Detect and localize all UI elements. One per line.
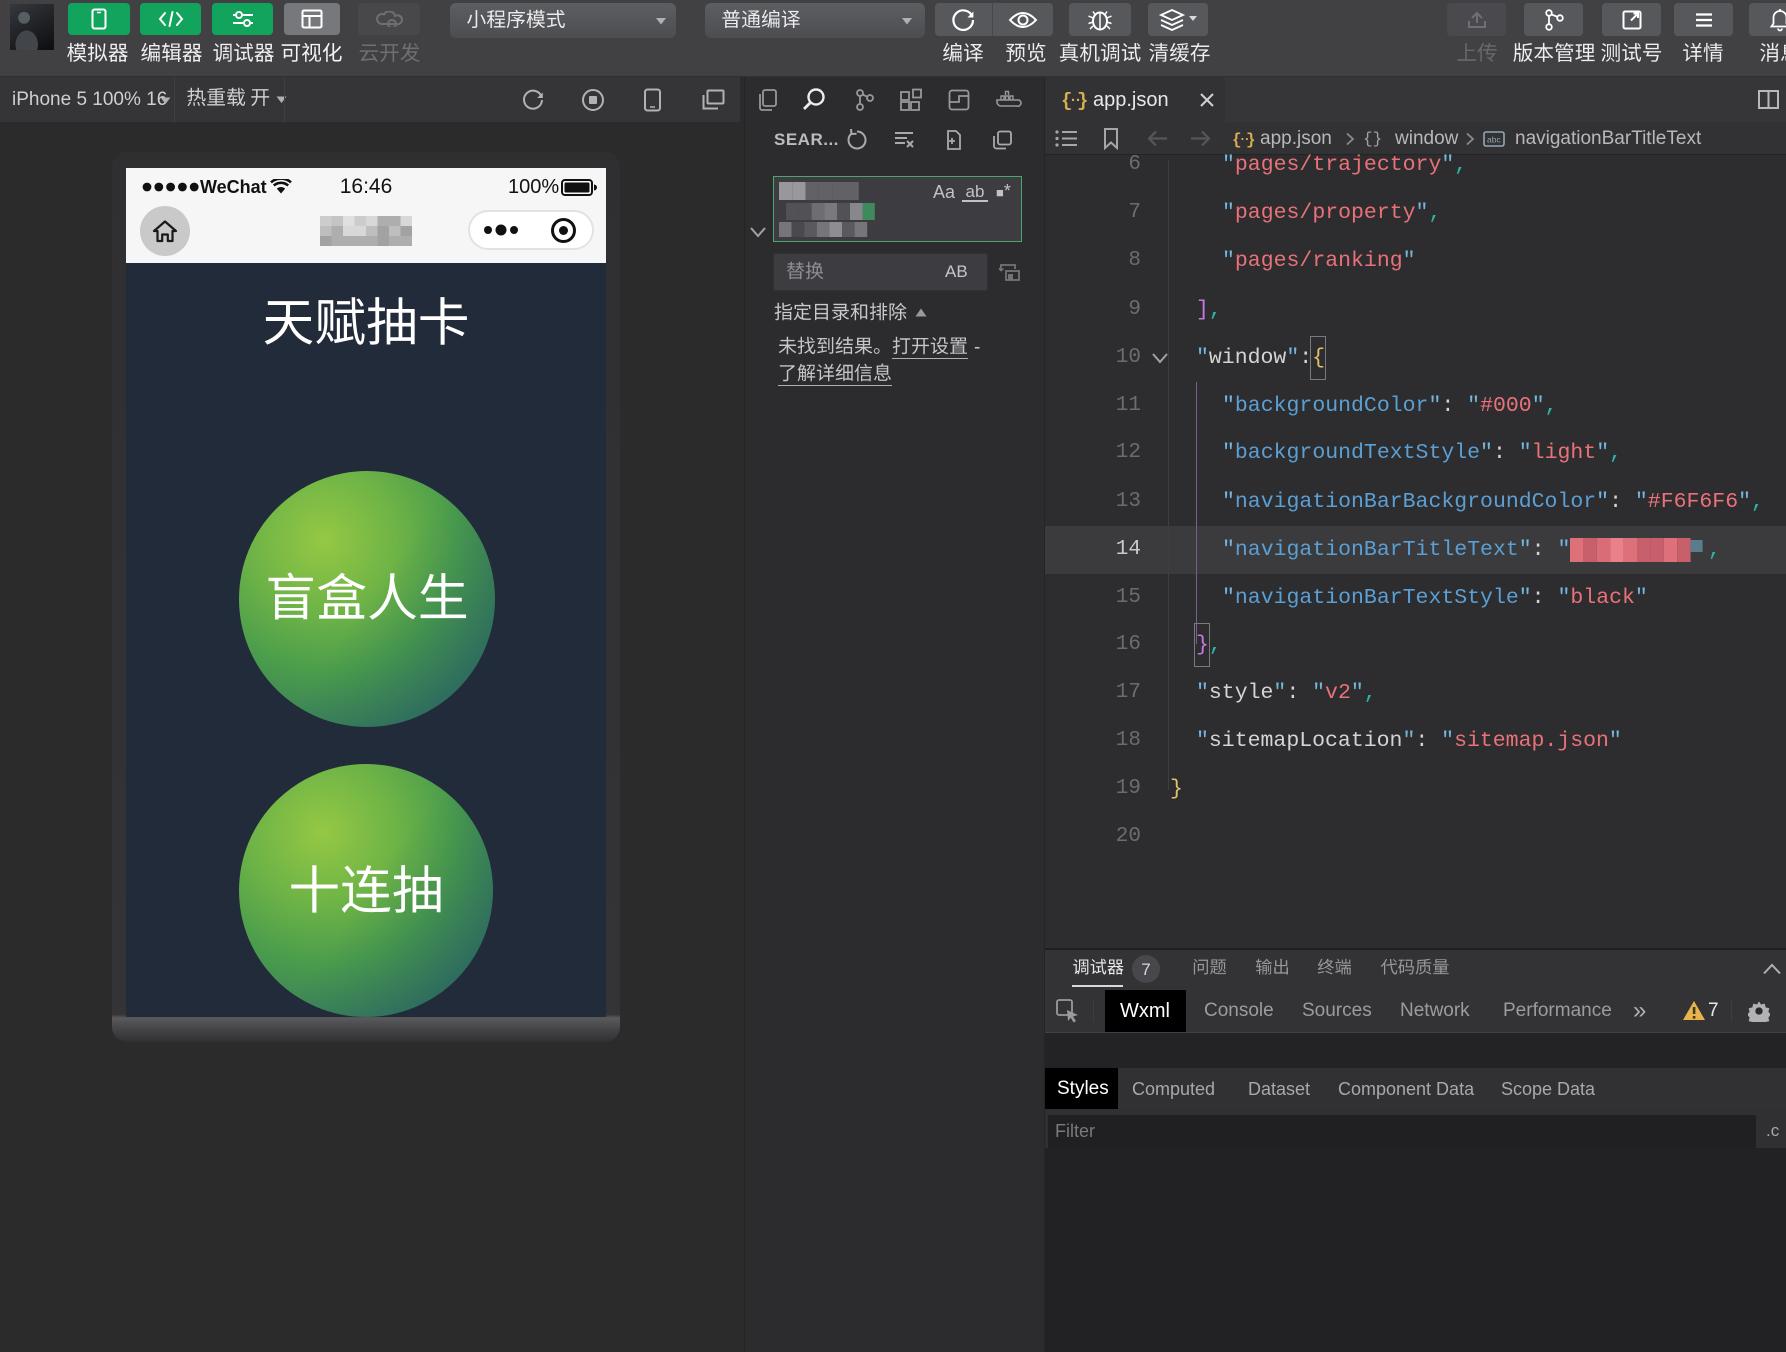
svg-text:}: } <box>1077 90 1087 112</box>
svg-text:abc: abc <box>1487 135 1501 145</box>
svg-text:}: } <box>1246 131 1256 149</box>
